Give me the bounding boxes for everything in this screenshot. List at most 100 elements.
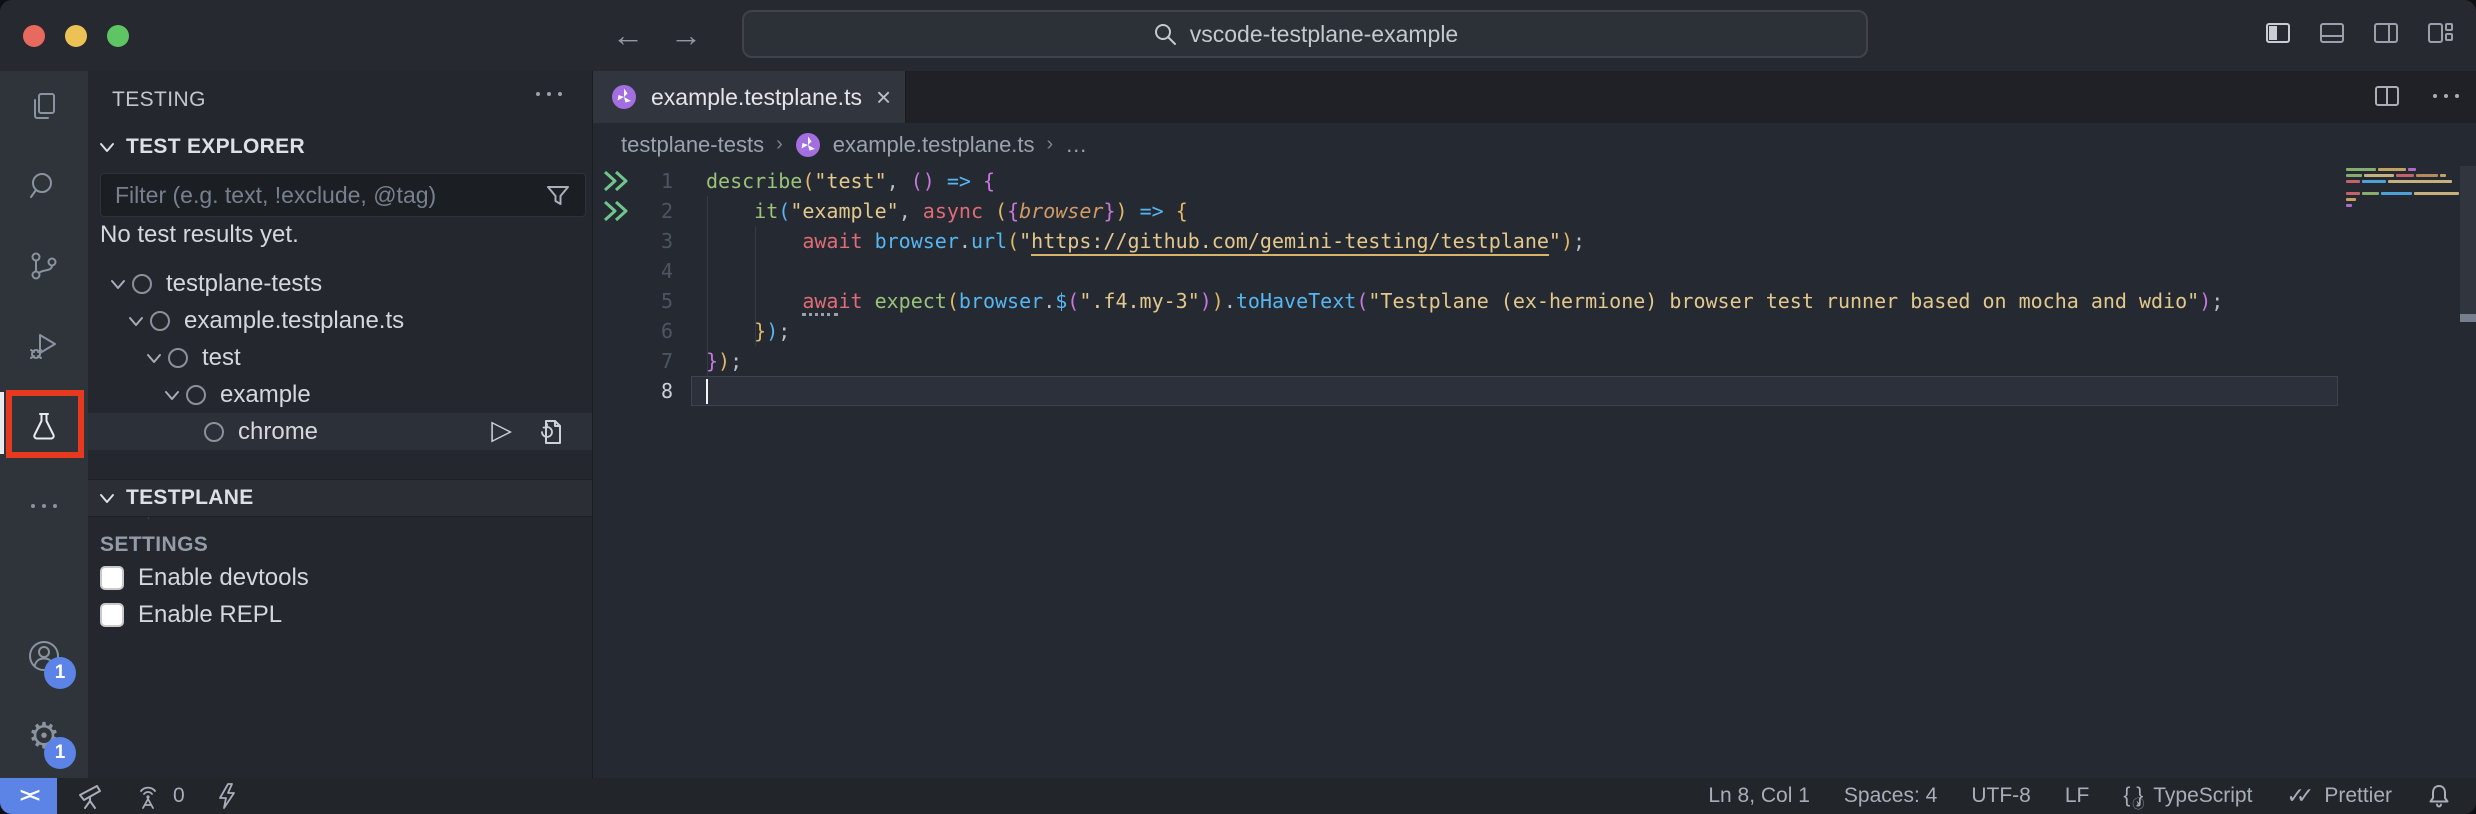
go-to-test-button[interactable] (538, 418, 564, 446)
section-testplane[interactable]: TESTPLANE (88, 479, 592, 517)
line-text: describe("test", () => { (706, 169, 995, 193)
code-area[interactable]: 1describe("test", () => {2 it("example",… (593, 166, 2476, 406)
status-power[interactable] (215, 782, 239, 810)
run-test-button[interactable]: ▷ (491, 417, 512, 446)
breadcrumb-separator: › (1047, 133, 1054, 156)
telescope-icon (77, 782, 103, 810)
sidebar-more-actions-button[interactable] (534, 89, 564, 99)
section-label: TESTPLANE (126, 486, 254, 510)
remote-indicator[interactable]: >< (0, 778, 57, 814)
activity-item-additional-views[interactable] (0, 467, 88, 545)
tree-item-testplane-tests[interactable]: testplane-tests (88, 265, 592, 302)
line-text: await browser.url("https://github.com/ge… (706, 229, 1585, 253)
checkbox[interactable] (100, 566, 124, 590)
code-line-8[interactable]: 8 (593, 376, 2476, 406)
split-editor-button[interactable] (2373, 84, 2401, 108)
token: . (959, 229, 971, 253)
token: } (706, 349, 718, 373)
activity-item-accounts[interactable]: 1 (0, 617, 88, 695)
tree-item-example.testplane.ts[interactable]: example.testplane.ts (88, 302, 592, 339)
checkbox[interactable] (100, 603, 124, 627)
code-line-5[interactable]: 5 await expect(browser.$(".f4.my-3")).to… (593, 286, 2476, 316)
tab-example-testplane-ts[interactable]: example.testplane.ts × (593, 71, 906, 123)
line-number: 7 (639, 349, 673, 373)
tab-close-button[interactable]: × (876, 84, 891, 110)
code-line-6[interactable]: 6 }); (593, 316, 2476, 346)
status-eol[interactable]: LF (2065, 784, 2090, 808)
code-line-2[interactable]: 2 it("example", async ({browser}) => { (593, 196, 2476, 226)
customize-layout-button[interactable] (2426, 21, 2454, 45)
vscode-window: ← → vscode-testplane-example 1⚙1 TESTING… (0, 0, 2476, 814)
status-label: Spaces: 4 (1844, 784, 1937, 808)
tree-item-chrome[interactable]: chrome▷ (88, 413, 592, 450)
run-test-glyph[interactable] (593, 198, 639, 224)
status-label: Ln 8, Col 1 (1708, 784, 1810, 808)
minimap-line (2346, 198, 2459, 201)
line-number: 4 (639, 259, 673, 283)
setting-enable-devtools: Enable devtools (100, 565, 309, 591)
test-filter-input[interactable]: Filter (e.g. text, !exclude, @tag) (100, 173, 586, 217)
status-label: Prettier (2324, 784, 2392, 808)
code-line-1[interactable]: 1describe("test", () => { (593, 166, 2476, 196)
activity-item-search[interactable] (0, 147, 88, 225)
minimize-window-button[interactable] (65, 25, 87, 47)
activity-item-run-and-debug[interactable] (0, 307, 88, 385)
toggle-secondary-sidebar-button[interactable] (2372, 21, 2400, 45)
token: ; (1573, 229, 1585, 253)
activity-item-explorer[interactable] (0, 67, 88, 145)
search-icon (1152, 21, 1178, 47)
radio-tower-icon (133, 783, 163, 809)
status-encoding[interactable]: UTF-8 (1971, 784, 2031, 808)
status-left: 0 (77, 782, 239, 810)
activity-item-manage[interactable]: ⚙1 (0, 697, 88, 775)
toggle-primary-sidebar-button[interactable] (2264, 21, 2292, 45)
toggle-panel-button[interactable] (2318, 21, 2346, 45)
status-formatter[interactable]: ✓✓Prettier (2286, 783, 2392, 809)
token (983, 199, 995, 223)
breadcrumb-item[interactable]: example.testplane.ts (833, 132, 1035, 158)
token: it (838, 289, 862, 313)
tree-item-example[interactable]: example (88, 376, 592, 413)
tree-item-test[interactable]: test (88, 339, 592, 376)
token: ) (1115, 199, 1127, 223)
token: ; (730, 349, 742, 373)
filter-icon[interactable] (545, 183, 571, 207)
minimap[interactable] (2346, 168, 2459, 210)
breadcrumb-item[interactable]: testplane-tests (621, 132, 764, 158)
status-notifications[interactable] (2426, 782, 2452, 810)
status-indentation[interactable]: Spaces: 4 (1844, 784, 1937, 808)
status-label: TypeScript (2153, 784, 2252, 808)
chevron-down-icon[interactable] (158, 384, 186, 406)
minimap-segment (2346, 198, 2356, 201)
section-test-explorer[interactable]: TEST EXPLORER (88, 129, 592, 165)
token: ( (995, 199, 1007, 223)
run-test-glyph[interactable] (593, 168, 639, 194)
zoom-window-button[interactable] (107, 25, 129, 47)
chevron-down-icon[interactable] (122, 310, 150, 332)
editor-more-actions-button[interactable] (2431, 91, 2461, 101)
navigate-back-button[interactable]: ← (612, 17, 644, 54)
activity-item-source-control[interactable] (0, 227, 88, 305)
breadcrumb-item[interactable]: … (1065, 132, 1087, 158)
vertical-scrollbar[interactable] (2460, 166, 2476, 320)
status-ports-forwarded[interactable]: 0 (133, 783, 185, 809)
line-text: }); (706, 319, 790, 343)
status-language[interactable]: { }ⓧTypeScript (2123, 784, 2252, 808)
testplane-settings: Enable devtoolsEnable REPL (100, 565, 309, 628)
status-cursor-position[interactable]: Ln 8, Col 1 (1708, 784, 1810, 808)
code-line-3[interactable]: 3 await browser.url("https://github.com/… (593, 226, 2476, 256)
filter-placeholder: Filter (e.g. text, !exclude, @tag) (115, 182, 545, 209)
chevron-down-icon[interactable] (104, 273, 132, 295)
navigate-forward-button[interactable]: → (670, 17, 702, 54)
line-text: }); (706, 349, 742, 373)
code-line-7[interactable]: 7}); (593, 346, 2476, 376)
minimap-line (2346, 186, 2459, 189)
token: { (1176, 199, 1188, 223)
code-line-4[interactable]: 4 (593, 256, 2476, 286)
status-feedback[interactable] (77, 782, 103, 810)
chevron-down-icon[interactable] (140, 347, 168, 369)
line-text: it("example", async ({browser}) => { (706, 199, 1188, 223)
close-window-button[interactable] (23, 25, 45, 47)
command-center-search[interactable]: vscode-testplane-example (742, 10, 1868, 58)
test-state-icon (204, 422, 224, 442)
